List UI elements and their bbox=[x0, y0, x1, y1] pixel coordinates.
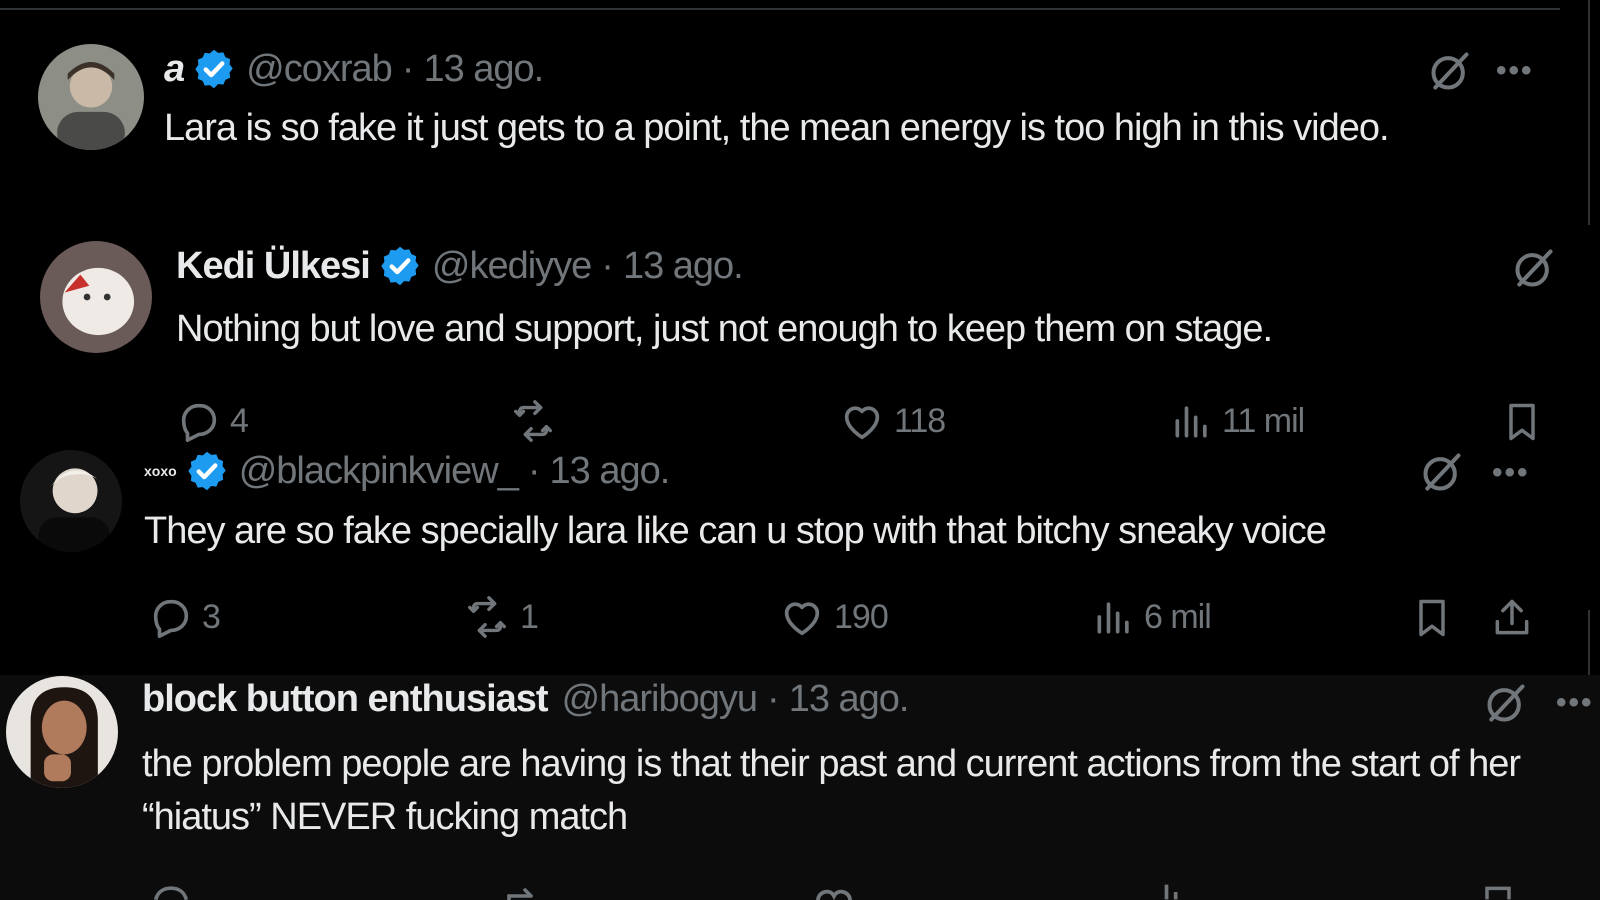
display-name[interactable]: xoxo bbox=[144, 463, 177, 479]
repost-arrows-icon bbox=[468, 596, 506, 638]
views-count: 6 mil bbox=[1144, 597, 1212, 636]
avatar[interactable] bbox=[6, 676, 118, 788]
like-button[interactable]: 190 bbox=[778, 594, 889, 640]
more-dots-icon[interactable]: ••• bbox=[1492, 456, 1530, 490]
avatar[interactable] bbox=[20, 450, 122, 552]
handle[interactable]: @coxrab bbox=[246, 48, 393, 91]
avatar[interactable] bbox=[38, 44, 144, 150]
reply-header: Kedi Ülkesi @kediyye · 13 ago. bbox=[176, 244, 744, 288]
grok-slash-circle-icon[interactable] bbox=[1420, 450, 1464, 494]
reply-text: the problem people are having is that th… bbox=[142, 743, 1521, 838]
handle[interactable]: @haribogyu bbox=[562, 678, 758, 721]
reply-header: xoxo @blackpinkview_ · 13 ago. bbox=[144, 449, 671, 493]
grok-slash-circle-icon[interactable] bbox=[1428, 49, 1472, 93]
repost-button[interactable]: 1 bbox=[462, 594, 539, 640]
top-divider bbox=[0, 8, 1560, 10]
reply-button[interactable]: 4 bbox=[176, 398, 249, 444]
repost-arrows-icon[interactable] bbox=[496, 884, 546, 900]
heart-icon bbox=[844, 406, 880, 440]
reply-header: a @coxrab · 13 ago. bbox=[164, 47, 544, 91]
like-button[interactable]: 118 bbox=[838, 398, 946, 444]
reply-text: Nothing but love and support, just not e… bbox=[176, 308, 1273, 350]
timestamp[interactable]: 13 ago. bbox=[789, 678, 910, 721]
like-count: 190 bbox=[834, 597, 889, 636]
like-count: 118 bbox=[894, 401, 946, 440]
grok-slash-circle-icon[interactable] bbox=[1512, 246, 1556, 290]
speech-bubble-icon[interactable] bbox=[148, 884, 194, 900]
verified-badge-icon bbox=[185, 449, 229, 493]
repost-button[interactable] bbox=[508, 398, 566, 444]
display-name[interactable]: Kedi Ülkesi bbox=[176, 245, 371, 288]
bookmark-icon[interactable] bbox=[1500, 398, 1544, 446]
views-count: 11 mil bbox=[1222, 401, 1305, 440]
heart-icon[interactable] bbox=[810, 884, 858, 900]
display-name[interactable]: a bbox=[164, 48, 185, 91]
more-dots-icon[interactable]: ••• bbox=[1496, 54, 1534, 88]
share-upload-icon[interactable] bbox=[1490, 594, 1534, 642]
repost-arrows-icon bbox=[514, 400, 552, 442]
timestamp[interactable]: 13 ago. bbox=[423, 48, 544, 91]
display-name[interactable]: block button enthusiast bbox=[142, 678, 549, 721]
grok-slash-circle-icon[interactable] bbox=[1484, 681, 1528, 725]
speech-bubble-icon bbox=[153, 599, 189, 638]
reply-count: 3 bbox=[202, 597, 221, 636]
separator: · bbox=[401, 47, 415, 90]
separator: · bbox=[601, 244, 614, 287]
separator: · bbox=[527, 449, 541, 492]
reply-text: They are so fake specially lara like can… bbox=[144, 510, 1327, 552]
verified-badge-icon bbox=[378, 244, 422, 288]
more-dots-icon[interactable]: ••• bbox=[1556, 686, 1600, 720]
reply-text: Lara is so fake it just gets to a point,… bbox=[164, 107, 1390, 149]
views-button[interactable]: 6 mil bbox=[1092, 594, 1212, 640]
heart-icon bbox=[784, 602, 820, 636]
timestamp[interactable]: 13 ago. bbox=[623, 245, 744, 288]
separator: · bbox=[767, 678, 780, 720]
right-divider bbox=[1588, 610, 1590, 675]
reply-button[interactable]: 3 bbox=[148, 594, 221, 640]
handle[interactable]: @kediyye bbox=[432, 245, 592, 288]
bar-chart-icon bbox=[1175, 406, 1207, 438]
speech-bubble-icon bbox=[181, 403, 217, 442]
avatar[interactable] bbox=[40, 241, 152, 353]
bar-chart-icon bbox=[1097, 602, 1129, 634]
timestamp[interactable]: 13 ago. bbox=[550, 450, 671, 493]
bookmark-icon[interactable] bbox=[1476, 884, 1520, 900]
verified-badge-icon bbox=[192, 47, 236, 91]
reply-count: 4 bbox=[230, 401, 249, 440]
bar-chart-icon[interactable] bbox=[1150, 884, 1194, 900]
handle[interactable]: @blackpinkview_ bbox=[239, 450, 519, 493]
repost-count: 1 bbox=[520, 597, 539, 636]
right-divider bbox=[1588, 0, 1590, 225]
bookmark-icon[interactable] bbox=[1410, 594, 1454, 642]
reply-header: block button enthusiast @haribogyu · 13 … bbox=[142, 678, 909, 721]
views-button[interactable]: 11 mil bbox=[1170, 398, 1305, 444]
